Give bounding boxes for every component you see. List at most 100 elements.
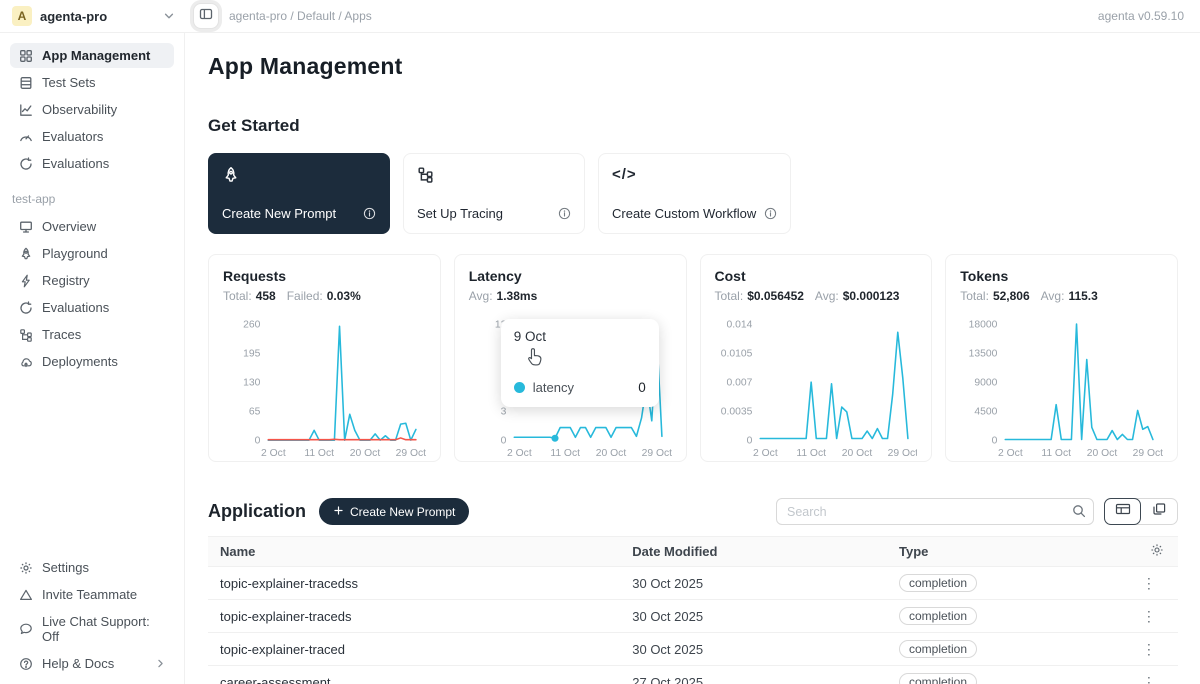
card-label: Create New Prompt [222, 206, 336, 221]
column-settings-button[interactable] [1120, 543, 1178, 560]
svg-text:18000: 18000 [969, 320, 998, 331]
stat-label: Total: [960, 289, 989, 303]
gear-icon [18, 561, 33, 575]
rocket-icon [18, 247, 33, 261]
sidebar-item-help-docs[interactable]: Help & Docs [10, 651, 174, 676]
create-new-prompt-button[interactable]: Create New Prompt [319, 498, 469, 525]
table-view-button[interactable] [1104, 498, 1141, 525]
svg-text:11 Oct: 11 Oct [550, 448, 580, 459]
sidebar-item-label: Help & Docs [42, 656, 114, 671]
sidebar-item-evaluators[interactable]: Evaluators [10, 124, 174, 149]
stat-value: 115.3 [1068, 289, 1097, 303]
stats-row: Requests Total:458 Failed:0.03% 26019513… [208, 254, 1178, 462]
create-new-prompt-card[interactable]: Create New Prompt [208, 153, 390, 234]
main-content: App Management Get Started Create New Pr… [185, 33, 1200, 684]
sidebar-item-label: Evaluations [42, 156, 109, 171]
column-header-type[interactable]: Type [887, 544, 1120, 559]
panel-left-icon [199, 7, 213, 26]
stat-label: Avg: [1041, 289, 1065, 303]
workspace-selector[interactable]: A agenta-pro [0, 0, 185, 32]
sidebar-item-playground[interactable]: Playground [10, 241, 174, 266]
refresh-circle-icon [18, 301, 33, 315]
invite-icon [18, 588, 33, 602]
row-menu-button[interactable]: ⋮ [1120, 575, 1178, 592]
breadcrumb[interactable]: agenta-pro / Default / Apps [229, 9, 372, 23]
cost-card: Cost Total:$0.056452 Avg:$0.000123 0.014… [700, 254, 933, 462]
row-menu-button[interactable]: ⋮ [1120, 608, 1178, 625]
stat-title: Cost [715, 268, 918, 284]
card-label: Set Up Tracing [417, 206, 503, 221]
trace-tree-icon [417, 166, 571, 183]
stat-value: 52,806 [993, 289, 1030, 303]
sidebar-item-evaluations-app[interactable]: Evaluations [10, 295, 174, 320]
sidebar-item-traces[interactable]: Traces [10, 322, 174, 347]
card-view-button[interactable] [1140, 499, 1177, 524]
sidebar-item-label: Registry [42, 273, 90, 288]
sidebar-item-settings[interactable]: Settings [10, 555, 174, 580]
cost-chart[interactable]: 0.0140.01050.0070.003502 Oct11 Oct20 Oct… [715, 315, 918, 470]
table-row[interactable]: topic-explainer-tracedss 30 Oct 2025 com… [208, 567, 1178, 600]
requests-chart[interactable]: 2601951306502 Oct11 Oct20 Oct29 Oct [223, 315, 426, 470]
app-date: 30 Oct 2025 [620, 609, 887, 624]
info-icon[interactable] [558, 207, 571, 220]
sidebar-item-deployments[interactable]: Deployments [10, 349, 174, 374]
svg-text:0: 0 [500, 436, 506, 447]
set-up-tracing-card[interactable]: Set Up Tracing [403, 153, 585, 234]
svg-text:4500: 4500 [975, 407, 998, 418]
sidebar-item-evaluations[interactable]: Evaluations [10, 151, 174, 176]
info-icon[interactable] [363, 207, 376, 220]
info-icon[interactable] [764, 207, 777, 220]
svg-text:130: 130 [243, 378, 260, 389]
sidebar-toggle-button[interactable] [193, 3, 219, 29]
tooltip-value: 0 [638, 380, 646, 395]
table-header: Name Date Modified Type [208, 537, 1178, 567]
sidebar-item-label: Evaluations [42, 300, 109, 315]
tooltip-date: 9 Oct [514, 329, 646, 344]
create-custom-workflow-card[interactable]: </> Create Custom Workflow [598, 153, 791, 234]
row-menu-button[interactable]: ⋮ [1120, 641, 1178, 658]
svg-text:11 Oct: 11 Oct [304, 448, 334, 459]
sidebar-item-invite-teammate[interactable]: Invite Teammate [10, 582, 174, 607]
chart-tooltip: 9 Oct latency 0 [501, 319, 659, 407]
tokens-card: Tokens Total:52,806 Avg:115.3 1800013500… [945, 254, 1178, 462]
sidebar-item-test-sets[interactable]: Test Sets [10, 70, 174, 95]
svg-text:20 Oct: 20 Oct [841, 448, 872, 459]
view-toggle [1104, 498, 1178, 525]
sidebar: App Management Test Sets Observability E… [0, 33, 185, 684]
table-row[interactable]: topic-explainer-traced 30 Oct 2025 compl… [208, 633, 1178, 666]
sidebar-section-label: test-app [12, 192, 174, 206]
hand-cursor-icon [527, 347, 544, 371]
svg-text:0.007: 0.007 [726, 378, 752, 389]
chart-line-icon [18, 103, 33, 117]
stat-label: Total: [715, 289, 744, 303]
sidebar-item-label: Evaluators [42, 129, 103, 144]
stat-label: Avg: [815, 289, 839, 303]
chevron-down-icon [163, 10, 175, 22]
stat-value: $0.056452 [747, 289, 804, 303]
column-header-name[interactable]: Name [208, 544, 620, 559]
sidebar-item-overview[interactable]: Overview [10, 214, 174, 239]
tokens-chart[interactable]: 18000135009000450002 Oct11 Oct20 Oct29 O… [960, 315, 1163, 470]
row-menu-button[interactable]: ⋮ [1120, 674, 1178, 684]
table-row[interactable]: topic-explainer-traceds 30 Oct 2025 comp… [208, 600, 1178, 633]
trace-tree-icon [18, 328, 33, 342]
type-badge: completion [899, 640, 977, 658]
table-row[interactable]: career-assessment 27 Oct 2025 completion… [208, 666, 1178, 684]
svg-text:29 Oct: 29 Oct [641, 448, 671, 459]
app-name: topic-explainer-tracedss [208, 576, 620, 591]
sidebar-item-live-chat[interactable]: Live Chat Support: Off [10, 609, 174, 649]
sidebar-item-registry[interactable]: Registry [10, 268, 174, 293]
svg-text:11 Oct: 11 Oct [796, 448, 826, 459]
requests-card: Requests Total:458 Failed:0.03% 26019513… [208, 254, 441, 462]
card-label: Create Custom Workflow [612, 206, 756, 221]
sidebar-item-observability[interactable]: Observability [10, 97, 174, 122]
sidebar-item-label: Observability [42, 102, 117, 117]
sidebar-item-app-management[interactable]: App Management [10, 43, 174, 68]
get-started-heading: Get Started [208, 116, 1178, 136]
type-badge: completion [899, 574, 977, 592]
table-icon [18, 76, 33, 90]
cloud-up-icon [18, 355, 33, 369]
column-header-date[interactable]: Date Modified [620, 544, 887, 559]
app-version: agenta v0.59.10 [1098, 9, 1200, 23]
search-input[interactable] [776, 498, 1094, 525]
